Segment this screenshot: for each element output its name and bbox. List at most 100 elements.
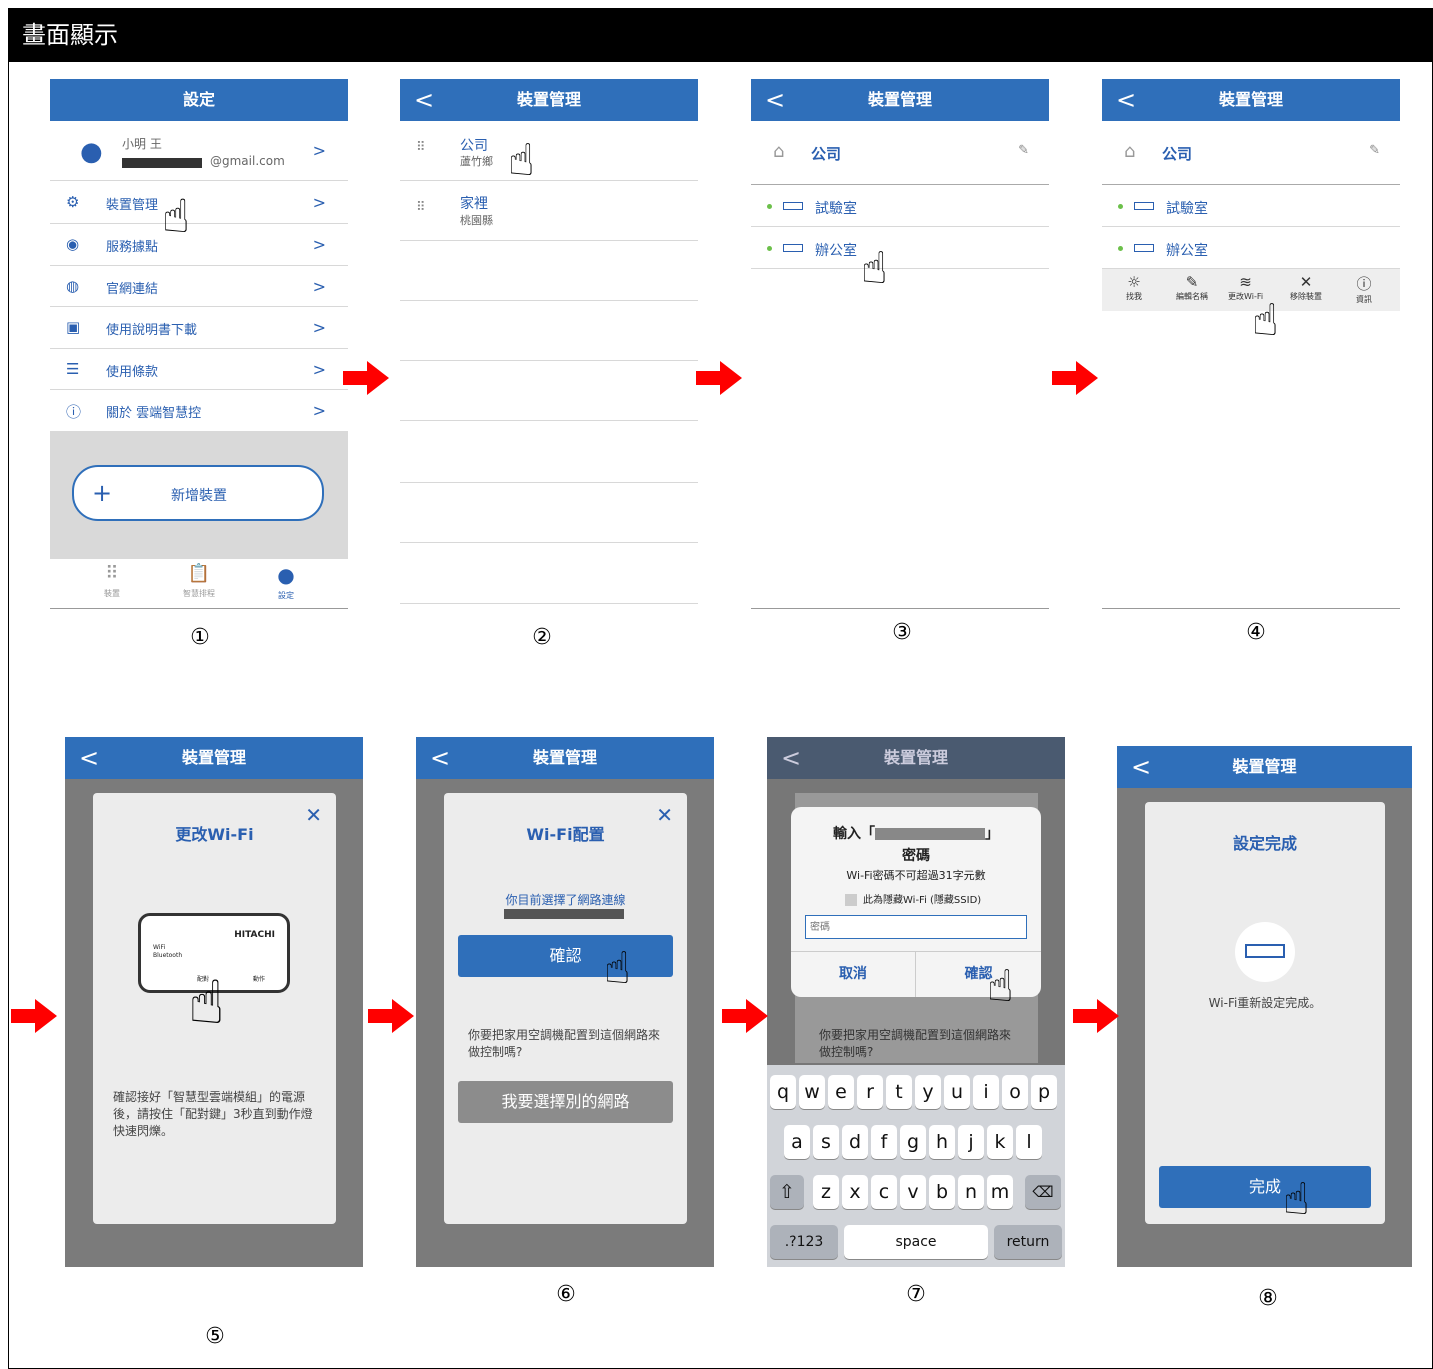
- chevron-right-icon: >: [312, 235, 326, 254]
- next-step-arrow-icon: [696, 361, 742, 395]
- choose-other-network-button[interactable]: 我要選擇別的網路: [458, 1081, 673, 1123]
- globe-icon: ◍: [66, 277, 80, 295]
- plus-icon: +: [92, 479, 113, 507]
- key-o[interactable]: o: [1002, 1075, 1028, 1109]
- key-w[interactable]: w: [799, 1075, 825, 1109]
- key-r[interactable]: r: [857, 1075, 883, 1109]
- menu-item-website[interactable]: ◍ 官網連結 >: [50, 266, 348, 307]
- ssid-redacted: [504, 909, 624, 919]
- back-icon[interactable]: <: [414, 79, 434, 121]
- back-icon[interactable]: <: [781, 737, 801, 779]
- screen-settings: 設定 ● 小明 王 @gmail.com > ⚙ 裝置管理 > ◉ 服務據點 > ◍ 官網…: [50, 79, 348, 609]
- key-s[interactable]: s: [813, 1125, 839, 1159]
- numbers-key[interactable]: .?123: [770, 1225, 838, 1259]
- room-row[interactable]: 試驗室: [751, 185, 1049, 227]
- back-icon[interactable]: <: [1116, 79, 1136, 121]
- edit-icon[interactable]: ✎: [1018, 143, 1029, 158]
- confirm-button[interactable]: 確認: [458, 935, 673, 977]
- user-name: 小明 王: [122, 137, 162, 151]
- key-h[interactable]: h: [929, 1125, 955, 1159]
- tab-settings[interactable]: ● 設定: [266, 563, 306, 601]
- complete-message: Wi-Fi重新設定完成。: [1208, 996, 1322, 1010]
- key-m[interactable]: m: [987, 1175, 1013, 1209]
- edit-icon[interactable]: ✎: [1369, 143, 1380, 158]
- status-dot: [767, 246, 772, 251]
- action-label: 資訊: [1356, 295, 1372, 304]
- key-b[interactable]: b: [929, 1175, 955, 1209]
- back-icon[interactable]: <: [765, 79, 785, 121]
- action-info[interactable]: ⓘ 資訊: [1356, 273, 1372, 305]
- key-n[interactable]: n: [958, 1175, 984, 1209]
- screen-rooms: < 裝置管理 ⌂ 公司 ✎ 試驗室 辦公室 ☝: [751, 79, 1049, 609]
- back-icon[interactable]: <: [79, 737, 99, 779]
- key-d[interactable]: d: [842, 1125, 868, 1159]
- room-row[interactable]: 試驗室: [1102, 185, 1400, 227]
- room-row[interactable]: 辦公室: [1102, 227, 1400, 269]
- group-name: 公司: [460, 138, 488, 154]
- header-title: 設定: [50, 79, 348, 121]
- confirm-button[interactable]: 確認: [916, 951, 1041, 997]
- key-t[interactable]: t: [886, 1075, 912, 1109]
- ac-unit-icon: [783, 244, 803, 252]
- group-header: ⌂ 公司 ✎: [1102, 121, 1400, 185]
- room-row[interactable]: 辦公室: [751, 227, 1049, 269]
- key-u[interactable]: u: [944, 1075, 970, 1109]
- key-e[interactable]: e: [828, 1075, 854, 1109]
- selected-network-text: 你目前選擇了網路連線: [505, 893, 626, 907]
- space-key[interactable]: space: [844, 1225, 988, 1259]
- group-row[interactable]: ⠿ 公司 蘆竹鄉: [400, 121, 698, 181]
- device-brand: HITACHI: [234, 930, 275, 940]
- drag-handle-icon[interactable]: ⠿: [416, 140, 426, 155]
- key-y[interactable]: y: [915, 1075, 941, 1109]
- key-c[interactable]: c: [871, 1175, 897, 1209]
- grid-icon: ⠿: [105, 563, 119, 584]
- next-step-arrow-icon: [368, 999, 414, 1033]
- tab-devices[interactable]: ⠿ 裝置: [90, 563, 134, 599]
- done-button[interactable]: 完成: [1159, 1166, 1371, 1208]
- screen-device-groups: < 裝置管理 ⠿ 公司 蘆竹鄉 ⠿ 家裡 桃園縣 ☝: [400, 79, 698, 609]
- key-j[interactable]: j: [958, 1125, 984, 1159]
- next-step-arrow-icon: [722, 999, 768, 1033]
- cancel-button[interactable]: 取消: [791, 951, 916, 997]
- menu-item-device-mgmt[interactable]: ⚙ 裝置管理 >: [50, 181, 348, 224]
- ac-unit-icon: [1134, 244, 1154, 252]
- menu-label: 服務據點: [106, 240, 159, 255]
- key-p[interactable]: p: [1031, 1075, 1057, 1109]
- action-remove[interactable]: ✕ 移除裝置: [1290, 273, 1322, 302]
- tab-schedule[interactable]: 📋 智慧排程: [174, 563, 224, 599]
- backspace-key-icon[interactable]: ⌫: [1025, 1175, 1061, 1209]
- next-step-arrow-icon: [11, 999, 57, 1033]
- drag-handle-icon[interactable]: ⠿: [416, 200, 426, 215]
- screen-setup-complete: < 裝置管理 設定完成 Wi-Fi重新設定完成。 完成 ☝: [1117, 746, 1412, 1267]
- group-row[interactable]: ⠿ 家裡 桃園縣: [400, 181, 698, 241]
- key-v[interactable]: v: [900, 1175, 926, 1209]
- menu-item-manual[interactable]: ▣ 使用說明書下載 >: [50, 307, 348, 349]
- add-device-button[interactable]: + 新增裝置: [72, 465, 324, 521]
- action-rename[interactable]: ✎ 編輯名稱: [1176, 273, 1208, 302]
- password-input[interactable]: [805, 915, 1027, 939]
- key-q[interactable]: q: [770, 1075, 796, 1109]
- key-x[interactable]: x: [842, 1175, 868, 1209]
- tap-hand-icon: ☝: [1283, 1174, 1310, 1225]
- key-f[interactable]: f: [871, 1125, 897, 1159]
- action-find-me[interactable]: ☼ 找我: [1126, 273, 1142, 302]
- wifi-icon: ≋: [1239, 273, 1252, 291]
- key-g[interactable]: g: [900, 1125, 926, 1159]
- key-z[interactable]: z: [813, 1175, 839, 1209]
- key-k[interactable]: k: [987, 1125, 1013, 1159]
- back-icon[interactable]: <: [430, 737, 450, 779]
- wifi-config-modal: ✕ Wi-Fi配置 你目前選擇了網路連線 確認 你要把家用空調機配置到這個網路來…: [444, 793, 687, 1224]
- key-a[interactable]: a: [784, 1125, 810, 1159]
- shift-key-icon[interactable]: ⇧: [770, 1175, 804, 1209]
- header-title: < 裝置管理: [1102, 79, 1400, 121]
- menu-item-service-points[interactable]: ◉ 服務據點 >: [50, 224, 348, 266]
- key-i[interactable]: i: [973, 1075, 999, 1109]
- screen-wifi-config: < 裝置管理 ✕ Wi-Fi配置 你目前選擇了網路連線 確認 你要把家用空調機配置…: [416, 737, 714, 1267]
- menu-item-about[interactable]: ⓘ 關於 雲端智慧控 >: [50, 390, 348, 431]
- menu-item-terms[interactable]: ☰ 使用條款 >: [50, 349, 348, 390]
- back-icon[interactable]: <: [1131, 746, 1151, 788]
- return-key[interactable]: return: [994, 1225, 1062, 1259]
- user-row[interactable]: ● 小明 王 @gmail.com >: [50, 121, 348, 181]
- hidden-ssid-checkbox[interactable]: 此為隱藏Wi-Fi (隱藏SSID): [845, 891, 981, 906]
- key-l[interactable]: l: [1016, 1125, 1042, 1159]
